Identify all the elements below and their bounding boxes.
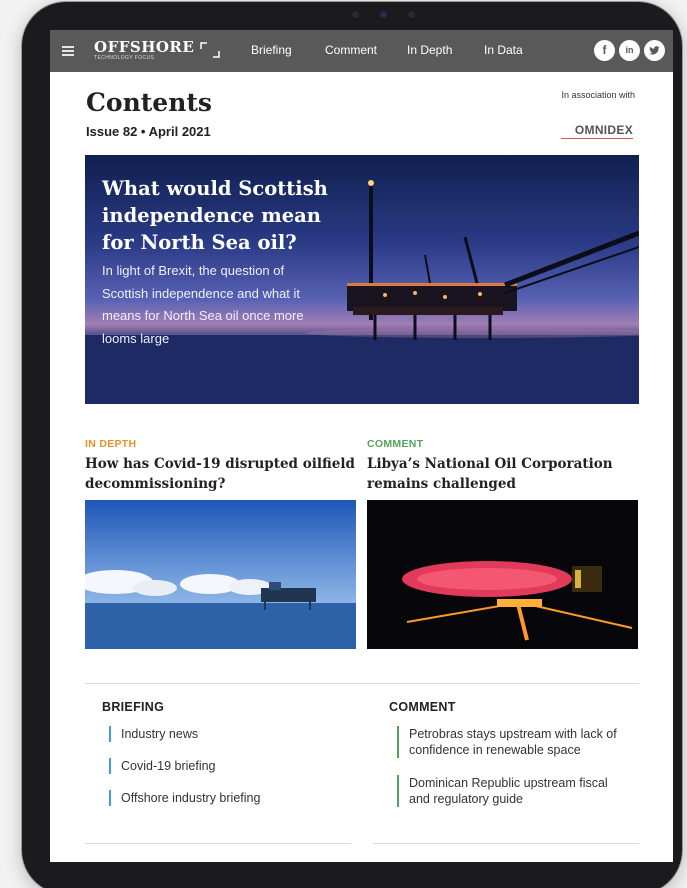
nav-link-comment[interactable]: Comment — [325, 43, 377, 57]
nav-link-in-data[interactable]: In Data — [484, 43, 523, 57]
briefing-item-industry-news[interactable]: Industry news — [109, 726, 198, 742]
bottom-divider-left — [85, 843, 351, 844]
article-tag-comment: COMMENT — [367, 438, 424, 450]
page-title: Contents — [86, 88, 213, 117]
issue-info: Issue 82 • April 2021 — [86, 124, 211, 139]
menu-icon[interactable] — [62, 46, 74, 56]
nav-link-in-depth[interactable]: In Depth — [407, 43, 452, 57]
briefing-item-covid[interactable]: Covid-19 briefing — [109, 758, 216, 774]
top-navigation-bar: OFFSHORE TECHNOLOGY FOCUS Briefing Comme… — [50, 30, 673, 72]
article-image-decommissioning[interactable] — [85, 500, 356, 649]
article-image-libya[interactable] — [367, 500, 638, 649]
camera-sensors — [352, 11, 422, 19]
tanker-night-image — [367, 500, 638, 649]
linkedin-icon[interactable]: in — [619, 40, 640, 61]
comment-item-petrobras[interactable]: Petrobras stays upstream with lack of co… — [397, 726, 627, 758]
article-title-libya-noc[interactable]: Libya’s National Oil Corporation remains… — [367, 454, 647, 494]
comment-heading: COMMENT — [389, 700, 456, 714]
briefing-heading: BRIEFING — [102, 700, 165, 714]
site-logo[interactable]: OFFSHORE TECHNOLOGY FOCUS — [94, 39, 194, 61]
briefing-item-offshore[interactable]: Offshore industry briefing — [109, 790, 260, 806]
bottom-divider-right — [373, 843, 639, 844]
fullscreen-icon[interactable] — [199, 40, 221, 60]
article-tag-in-depth: IN DEPTH — [85, 438, 137, 450]
sponsor-underline — [561, 138, 633, 139]
nav-link-briefing[interactable]: Briefing — [251, 43, 292, 57]
sponsor-logo[interactable]: OMNIDEX — [575, 123, 633, 137]
facebook-icon[interactable]: f — [594, 40, 615, 61]
hero-title[interactable]: What would Scottish independence mean fo… — [102, 175, 352, 256]
tablet-screen: OFFSHORE TECHNOLOGY FOCUS Briefing Comme… — [50, 30, 673, 862]
logo-text: OFFSHORE — [94, 38, 195, 56]
article-title-covid-decommissioning[interactable]: How has Covid-19 disrupted oilfield deco… — [85, 454, 365, 494]
hero-article[interactable]: What would Scottish independence mean fo… — [85, 155, 639, 404]
association-label: In association with — [561, 90, 635, 100]
section-divider — [85, 683, 639, 684]
twitter-icon[interactable] — [644, 40, 665, 61]
offshore-platform-sky-image — [85, 500, 356, 649]
comment-item-dominican-republic[interactable]: Dominican Republic upstream fiscal and r… — [397, 775, 627, 807]
hero-description: In light of Brexit, the question of Scot… — [102, 263, 304, 346]
